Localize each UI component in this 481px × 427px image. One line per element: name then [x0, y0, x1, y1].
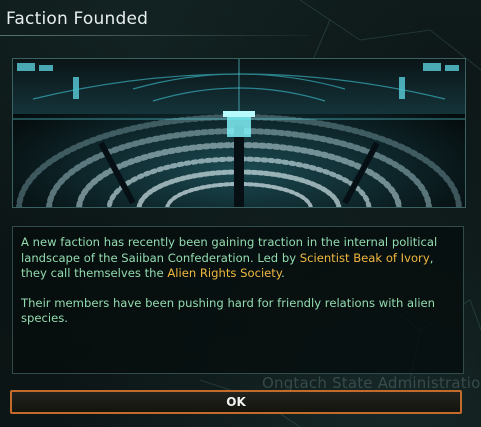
- title-divider: [0, 35, 310, 36]
- event-paragraph-2: Their members have been pushing hard for…: [21, 295, 436, 326]
- faction-name: Alien Rights Society: [167, 266, 282, 281]
- leader-name: Scientist Beak of Ivory: [299, 250, 430, 265]
- event-image: [12, 58, 466, 208]
- event-description: A new faction has recently been gaining …: [12, 226, 464, 374]
- ok-button[interactable]: OK: [10, 390, 462, 414]
- event-paragraph-1: A new faction has recently been gaining …: [21, 235, 455, 282]
- parliament-chamber-illustration: [13, 59, 465, 207]
- event-window: Faction Founded A new faction has recent…: [0, 0, 481, 427]
- event-text: .: [281, 266, 285, 281]
- window-title: Faction Founded: [6, 9, 149, 29]
